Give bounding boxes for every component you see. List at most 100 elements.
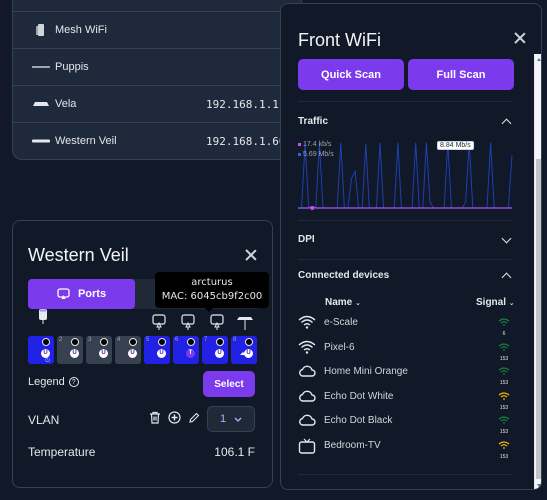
port-1[interactable]: U ⏻ xyxy=(28,336,54,364)
port-jack-icon xyxy=(158,338,166,346)
device-row[interactable]: Puppis xyxy=(13,48,301,85)
signal-indicator: 153 xyxy=(497,338,511,362)
legend-label: Legend xyxy=(28,376,65,388)
port-7[interactable]: 7U xyxy=(202,336,228,364)
signal-value: 6 xyxy=(502,331,506,337)
traffic-section-label: Traffic xyxy=(298,116,329,127)
vlan-badge: U xyxy=(157,349,166,358)
legend-row: Legend ? xyxy=(28,376,79,388)
help-icon[interactable]: ? xyxy=(68,377,79,387)
device-ip: 192.168.1.60 xyxy=(206,134,286,148)
vlan-actions xyxy=(149,411,200,424)
device-list-item[interactable]: Bedroom-TV 153 xyxy=(298,436,513,460)
port-jack-icon xyxy=(129,338,137,346)
port-8[interactable]: 8U xyxy=(231,336,257,364)
device-list-item[interactable]: Echo Dot Black 153 xyxy=(298,411,513,435)
signal-value: 153 xyxy=(499,454,509,460)
divider xyxy=(298,259,513,260)
trash-icon[interactable] xyxy=(149,411,161,424)
device-list-item[interactable]: e-Scale 6 xyxy=(298,313,513,337)
router-device-icon[interactable] xyxy=(236,314,253,330)
wifi-icon xyxy=(298,315,316,331)
switch-icon xyxy=(31,135,51,147)
full-scan-button[interactable]: Full Scan xyxy=(408,59,514,90)
tab-ports[interactable]: Ports xyxy=(28,279,135,309)
temperature-value: 106.1 F xyxy=(214,445,255,459)
display-device-icon[interactable] xyxy=(181,314,195,330)
device-name: Echo Dot White xyxy=(324,390,394,402)
device-row[interactable]: Vela 192.168.1.1 xyxy=(13,85,301,122)
port-5[interactable]: 5U xyxy=(144,336,170,364)
switch-flat-icon xyxy=(31,61,51,73)
scrollbar[interactable] xyxy=(534,54,541,489)
panel-title: Front WiFi xyxy=(298,30,381,50)
device-ip: 192.168.1.1 xyxy=(206,97,279,111)
port-4[interactable]: 4U xyxy=(115,336,141,364)
vlan-badge: U xyxy=(70,349,79,358)
legend-download-label: 5.69 Mb/s xyxy=(303,151,334,158)
column-signal-label: Signal xyxy=(476,297,507,308)
port-3[interactable]: 3U xyxy=(86,336,112,364)
port-number: 4 xyxy=(117,337,121,343)
display-device-icon[interactable] xyxy=(152,314,166,330)
column-header-signal[interactable]: Signal ⌄ xyxy=(476,297,515,308)
vlan-select[interactable]: 1 xyxy=(207,406,255,432)
port-2[interactable]: 2U xyxy=(57,336,83,364)
device-name: Bedroom-TV xyxy=(324,440,381,451)
edit-pencil-icon[interactable] xyxy=(188,412,200,424)
port-jack-icon xyxy=(216,338,224,346)
signal-strength-icon xyxy=(498,392,510,400)
tooltip-hostname: arcturus xyxy=(191,277,233,288)
vlan-value: 1 xyxy=(219,413,227,425)
device-list-item[interactable]: Pixel-6 153 xyxy=(298,338,513,362)
signal-indicator: 6 xyxy=(497,313,511,337)
scrollbar-thumb[interactable] xyxy=(536,159,541,479)
dpi-section-label: DPI xyxy=(298,234,315,245)
scroll-up-arrow[interactable] xyxy=(537,58,541,61)
signal-strength-icon xyxy=(498,342,510,351)
device-name: Echo Dot Black xyxy=(324,415,393,427)
device-row[interactable]: Mesh WiFi xyxy=(13,11,301,48)
device-name: Vela xyxy=(55,98,77,110)
port-number: 3 xyxy=(88,337,92,343)
scroll-down-arrow[interactable] xyxy=(537,484,541,487)
device-name: Mesh WiFi xyxy=(55,24,107,36)
add-circle-icon[interactable] xyxy=(168,411,181,424)
tooltip-mac: MAC: 6045cb9f2c00 xyxy=(161,291,263,302)
divider xyxy=(298,101,513,102)
upload-point-marker xyxy=(310,206,315,210)
display-device-icon[interactable] xyxy=(210,314,224,330)
device-list-item[interactable]: Home Mini Orange 153 xyxy=(298,362,513,386)
device-row[interactable]: Western Veil 192.168.1.60 xyxy=(13,122,301,159)
device-list-item[interactable]: Echo Dot White 153 xyxy=(298,387,513,411)
vlan-badge: U xyxy=(41,349,50,358)
chevron-up-icon[interactable] xyxy=(501,272,512,283)
quick-scan-button[interactable]: Quick Scan xyxy=(298,59,404,90)
chevron-down-icon[interactable] xyxy=(501,233,512,244)
signal-indicator: 153 xyxy=(497,411,511,435)
close-icon[interactable] xyxy=(244,248,258,262)
port-tooltip: arcturus MAC: 6045cb9f2c00 xyxy=(155,272,269,312)
signal-value: 153 xyxy=(499,429,509,436)
device-name: Home Mini Orange xyxy=(324,366,408,378)
port-6[interactable]: 6T xyxy=(173,336,199,364)
cloud-icon xyxy=(298,364,316,380)
select-button[interactable]: Select xyxy=(203,371,255,397)
chevron-up-icon[interactable] xyxy=(501,118,512,129)
phone-device-icon[interactable] xyxy=(36,308,50,324)
signal-indicator: 153 xyxy=(497,387,511,411)
vlan-badge: U xyxy=(215,349,224,358)
vlan-badge: U xyxy=(99,349,108,358)
mesh-ap-icon xyxy=(31,24,51,36)
power-icon: ⏻ xyxy=(45,358,50,364)
cloud-icon xyxy=(298,389,316,405)
signal-strength-icon xyxy=(498,367,510,376)
column-header-name[interactable]: Name ⌄ xyxy=(325,297,361,308)
port-jack-icon xyxy=(71,338,79,346)
signal-value: 153 xyxy=(499,404,509,411)
device-name: Puppis xyxy=(55,61,89,73)
series-upload xyxy=(298,205,512,209)
close-icon[interactable] xyxy=(513,31,527,45)
signal-strength-icon xyxy=(498,441,510,449)
vlan-label: VLAN xyxy=(28,413,60,427)
